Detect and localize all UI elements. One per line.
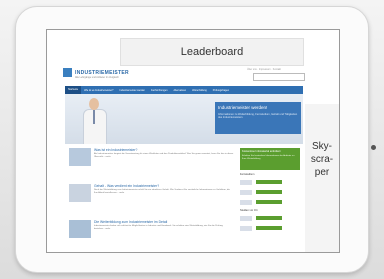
article-list: Was ist ein Industriemeister? Als Indust…: [69, 148, 237, 252]
article-text: Als Industriemeister fungiert die Verant…: [94, 153, 234, 158]
tablet-screen: Leaderboard INDUSTRIEMEISTER Alle Lehrgä…: [46, 29, 340, 253]
nav-item-home[interactable]: Startseite: [65, 86, 82, 94]
provider-request-button[interactable]: [256, 180, 282, 184]
site-tagline: Alle Lehrgänge und Anbieter im Vergleich: [75, 76, 119, 79]
article-thumbnail: [69, 184, 91, 202]
nav-item-exam[interactable]: Prüfungsfragen: [210, 89, 232, 92]
hero-title: Industriemeister werden!: [218, 105, 268, 110]
article-thumbnail: [69, 148, 91, 166]
provider-request-button[interactable]: [256, 216, 282, 220]
top-links[interactable]: Über uns · Impressum · Kontakt: [247, 68, 281, 71]
provider-request-button[interactable]: [256, 190, 282, 194]
provider-row: [240, 178, 300, 186]
hero-box[interactable]: Industriemeister werden! Informationen z…: [215, 102, 301, 134]
article-text: Industriemeister finden sich zahlreiche …: [94, 225, 223, 230]
logo-icon: [63, 68, 72, 77]
info-box-text: Erhalten Sie kostenlose Informationen de…: [242, 155, 295, 160]
provider-logo: [240, 179, 252, 185]
nav-item-become[interactable]: Industriemeister werden: [116, 89, 148, 92]
provider-logo: [240, 199, 252, 205]
home-button[interactable]: [371, 145, 376, 150]
provider-logo: [240, 225, 252, 231]
main-nav: Startseite Wie ist es Industriemeister? …: [65, 86, 303, 94]
provider-row: [240, 224, 300, 232]
nav-item-what[interactable]: Wie ist es Industriemeister?: [81, 89, 116, 92]
search-input[interactable]: [253, 73, 305, 81]
article-title[interactable]: Die Weiterbildung zum Industriemeister i…: [94, 220, 167, 224]
provider-request-button[interactable]: [256, 226, 282, 230]
logo-text: INDUSTRIEMEISTER: [75, 69, 129, 76]
list-item[interactable]: Die Weiterbildung zum Industriemeister i…: [69, 220, 237, 252]
provider-row: [240, 198, 300, 206]
article-text: Nach der Weiterbildung zum Industriemeis…: [94, 189, 230, 194]
nav-item-alternatives[interactable]: Alternativen: [170, 89, 189, 92]
provider-logo: [240, 189, 252, 195]
info-request-box[interactable]: Kostenlose Infomaterial anfordern Erhalt…: [240, 148, 300, 170]
provider-row: [240, 188, 300, 196]
hero-text: Informationen zu Weiterbildung, Fernstud…: [218, 113, 298, 120]
article-title[interactable]: Was ist ein Industriemeister?: [94, 148, 137, 152]
hero-person-image: [83, 98, 107, 144]
nav-item-training[interactable]: Weiterbildung: [189, 89, 210, 92]
sidebar-label-distance: Fernstudium: [240, 173, 255, 176]
leaderboard-ad[interactable]: Leaderboard: [120, 38, 304, 66]
provider-logo: [240, 215, 252, 221]
skyscraper-ad[interactable]: Sky- scra- per: [305, 104, 339, 252]
skyscraper-label: Sky- scra- per: [310, 141, 334, 178]
info-box-title: Kostenlose Infomaterial anfordern: [242, 150, 281, 153]
provider-request-button[interactable]: [256, 200, 282, 204]
list-item[interactable]: Was ist ein Industriemeister? Als Indust…: [69, 148, 237, 180]
list-item[interactable]: Gehalt - Was verdient ein Industriemeist…: [69, 184, 237, 216]
nav-item-fields[interactable]: Fachrichtungen: [148, 89, 170, 92]
hero-banner: Industriemeister werden! Informationen z…: [65, 94, 303, 144]
article-thumbnail: [69, 220, 91, 238]
provider-row: [240, 214, 300, 222]
sidebar-label-local: Studien vor Ort: [240, 209, 258, 212]
sidebar: Kostenlose Infomaterial anfordern Erhalt…: [240, 148, 300, 252]
article-title[interactable]: Gehalt - Was verdient ein Industriemeist…: [94, 184, 159, 188]
